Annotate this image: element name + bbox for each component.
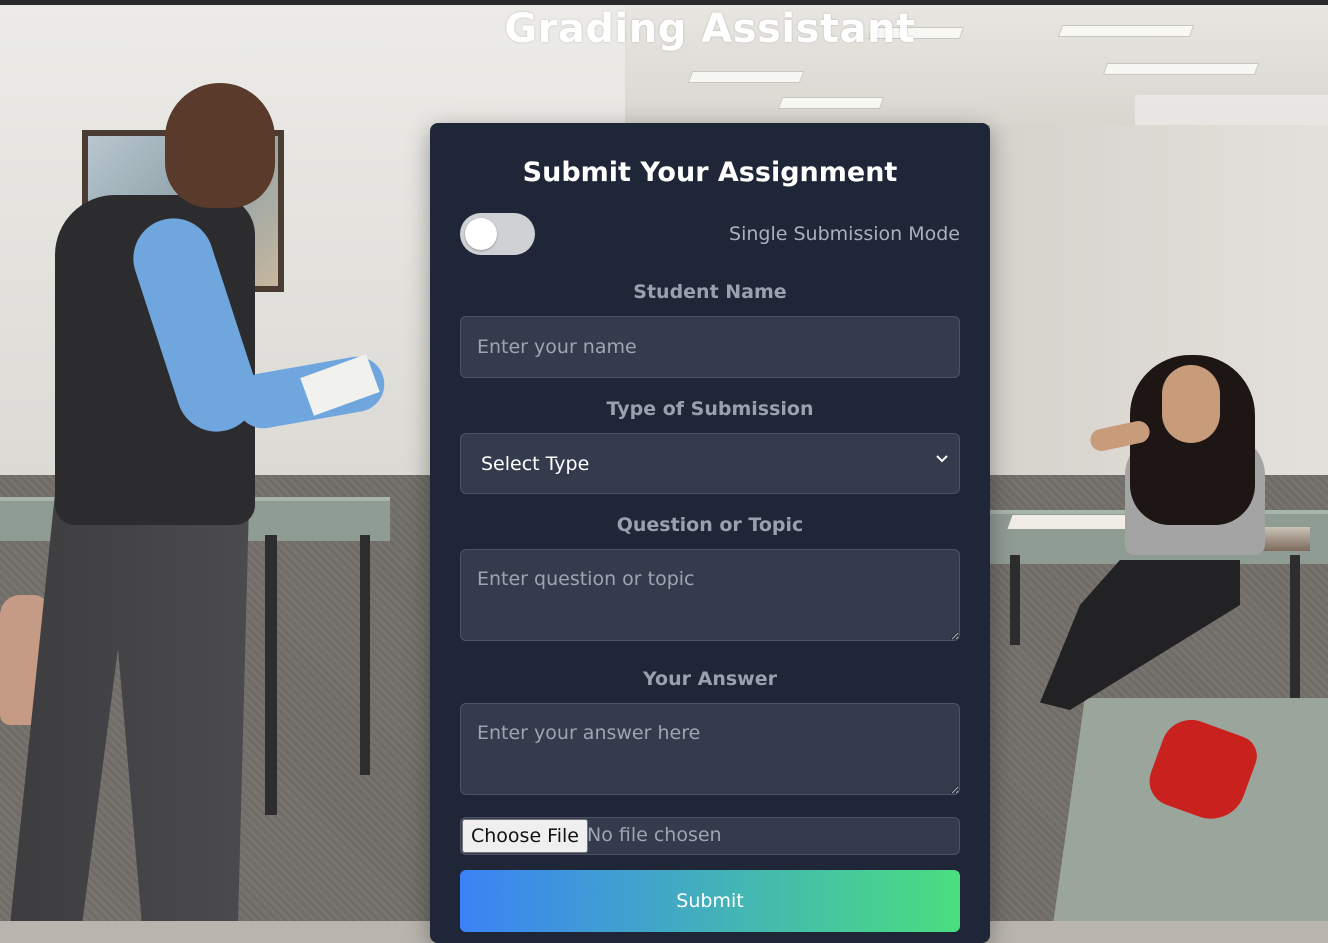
single-submission-mode-label: Single Submission Mode — [729, 223, 960, 245]
chevron-down-icon — [936, 455, 948, 463]
choose-file-button[interactable]: Choose File — [462, 819, 588, 853]
submission-form-card: Submit Your Assignment Single Submission… — [430, 123, 990, 943]
submission-type-label: Type of Submission — [606, 398, 814, 420]
file-status-text: No file chosen — [587, 824, 722, 846]
submit-button[interactable]: Submit — [460, 870, 960, 932]
submission-type-value: Select Type — [481, 453, 590, 475]
your-answer-label: Your Answer — [643, 668, 777, 690]
student-name-label: Student Name — [633, 281, 787, 303]
file-upload: Choose File No file chosen — [460, 817, 960, 855]
question-topic-label: Question or Topic — [616, 514, 804, 536]
student-name-input[interactable] — [460, 316, 960, 378]
your-answer-textarea[interactable] — [460, 703, 960, 795]
form-title: Submit Your Assignment — [522, 157, 898, 188]
question-topic-textarea[interactable] — [460, 549, 960, 641]
page-title: Grading Assistant — [504, 6, 916, 52]
submission-type-select[interactable]: Select Type — [460, 433, 960, 494]
toggle-knob — [465, 218, 497, 250]
single-submission-toggle[interactable] — [460, 213, 535, 255]
